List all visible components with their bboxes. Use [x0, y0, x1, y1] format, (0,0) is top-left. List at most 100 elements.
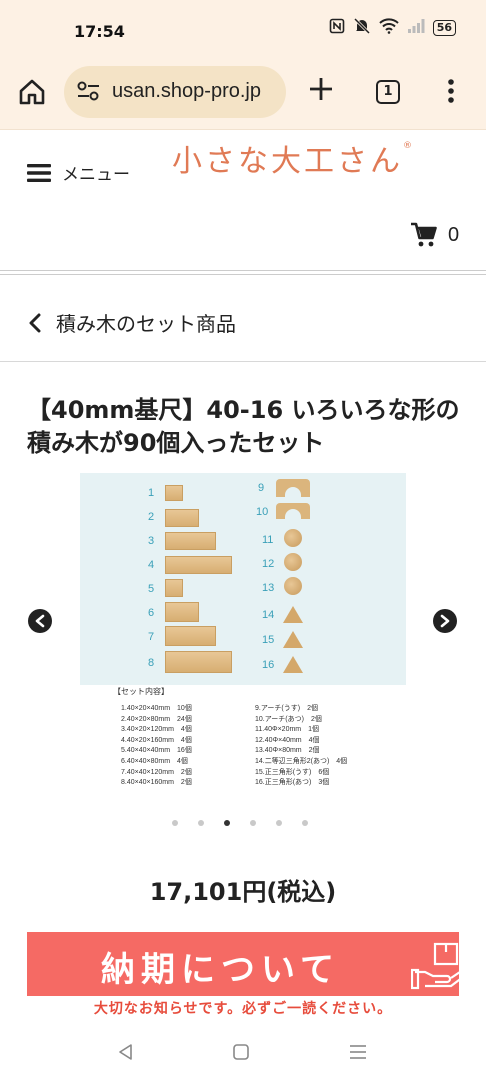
hamburger-icon	[27, 163, 51, 182]
breadcrumb-label[interactable]: 積み木のセット商品	[56, 308, 236, 337]
set-item: 4.40×20×160mm 4個	[121, 736, 192, 744]
wood-block	[165, 509, 199, 527]
recent-apps-button[interactable]	[348, 1042, 368, 1066]
set-item: 8.40×40×160mm 2個	[121, 779, 192, 787]
item-number: 6	[148, 607, 155, 619]
item-number: 2	[148, 511, 155, 523]
tab-switcher-button[interactable]: 1	[376, 80, 400, 104]
carousel-dot[interactable]	[276, 820, 282, 826]
set-item: 7.40×40×120mm 2個	[121, 768, 192, 776]
item-number: 14	[262, 609, 275, 621]
more-menu-button[interactable]	[444, 76, 458, 110]
set-list-left: 1.40×20×40mm 10個 2.40×20×80mm 24個 3.40×2…	[121, 704, 192, 789]
set-contents-title: 【セット内容】	[113, 687, 169, 696]
item-number: 4	[148, 559, 155, 571]
url-text[interactable]: usan.shop-pro.jp	[112, 80, 280, 103]
header-divider	[0, 270, 486, 275]
back-triangle-icon	[119, 1044, 132, 1060]
status-time: 17:54	[74, 22, 125, 41]
menu-button[interactable]: メニュー	[26, 160, 130, 185]
cylinder-block	[284, 529, 302, 547]
breadcrumb-divider	[0, 361, 486, 362]
status-bar: 17:54 56	[0, 0, 486, 62]
item-number: 16	[262, 659, 275, 671]
address-bar[interactable]: usan.shop-pro.jp	[64, 66, 286, 118]
carousel-dot[interactable]	[172, 820, 178, 826]
wood-block	[165, 626, 216, 646]
item-number: 8	[148, 657, 155, 669]
wood-block	[165, 579, 183, 597]
breadcrumb[interactable]: 積み木のセット商品	[28, 308, 236, 337]
item-number: 12	[262, 558, 275, 570]
product-title: 【40mm基尺】40-16 いろいろな形の積み木が90個入ったセット	[27, 396, 460, 457]
notice-text[interactable]: 大切なお知らせです。必ずご一読ください。	[0, 998, 486, 1018]
banner-text[interactable]: 納期について	[101, 942, 340, 991]
menu-label[interactable]: メニュー	[62, 160, 130, 185]
registered-mark: ®	[403, 141, 415, 151]
wood-block	[165, 532, 216, 550]
set-list-right: 9.アーチ(うす) 2個 10.アーチ(あつ) 2個 11.40Φ×20mm 1…	[255, 704, 347, 789]
arch-block	[276, 479, 310, 497]
site-logo[interactable]: 小さな大工さん®	[172, 136, 415, 180]
chevron-left-icon	[35, 614, 45, 628]
square-home-icon	[233, 1044, 249, 1060]
battery-icon: 56	[432, 20, 456, 36]
home-nav-button[interactable]	[232, 1043, 250, 1065]
wifi-icon	[378, 18, 399, 38]
triangle-block	[283, 606, 303, 623]
item-number: 13	[262, 582, 275, 594]
mute-icon	[353, 17, 371, 38]
chevron-right-icon	[440, 614, 450, 628]
item-number: 9	[258, 482, 265, 494]
cart-icon	[411, 222, 437, 247]
item-number: 3	[148, 535, 155, 547]
wood-block	[165, 485, 183, 501]
more-vert-icon	[448, 79, 454, 103]
item-number: 1	[148, 487, 155, 499]
carousel-next-button[interactable]	[433, 609, 457, 633]
browser-toolbar: usan.shop-pro.jp 1	[0, 62, 486, 130]
carousel-dot[interactable]	[302, 820, 308, 826]
arch-block	[276, 503, 310, 519]
home-button[interactable]	[16, 76, 50, 110]
package-hand-icon	[410, 942, 471, 994]
carousel-dot[interactable]	[198, 820, 204, 826]
set-contents: 【セット内容】 1.40×20×40mm 10個 2.40×20×80mm 24…	[113, 686, 403, 786]
cart-button[interactable]: 0	[410, 222, 459, 248]
set-item: 15.正三角形(うす) 6個	[255, 768, 330, 776]
chevron-left-icon	[29, 313, 41, 332]
set-item: 6.40×40×80mm 4個	[121, 757, 188, 765]
carousel-dot[interactable]	[250, 820, 256, 826]
carousel-dot-active[interactable]	[224, 820, 230, 826]
nfc-icon	[329, 18, 345, 38]
logo-text[interactable]: 小さな大工さん	[172, 144, 403, 179]
set-item: 11.40Φ×20mm 1個	[255, 726, 320, 734]
triangle-block	[283, 631, 303, 648]
item-number: 15	[262, 634, 275, 646]
cart-count[interactable]: 0	[448, 224, 459, 247]
site-settings-icon[interactable]	[76, 80, 102, 106]
item-number: 7	[148, 631, 155, 643]
item-number: 10	[256, 506, 269, 518]
wood-block	[165, 651, 232, 673]
home-icon	[19, 79, 45, 105]
system-nav-bar	[0, 1030, 486, 1080]
item-number: 11	[262, 534, 274, 546]
set-item: 10.アーチ(あつ) 2個	[255, 715, 322, 723]
back-button[interactable]	[116, 1042, 134, 1066]
signal-icon	[407, 18, 425, 38]
set-item: 12.40Φ×40mm 4個	[255, 736, 320, 744]
recents-lines-icon	[350, 1045, 366, 1059]
triangle-block	[283, 656, 303, 673]
new-tab-button[interactable]	[306, 74, 336, 108]
cylinder-block	[284, 577, 302, 595]
set-item: 13.40Φ×80mm 2個	[255, 747, 320, 755]
set-item: 1.40×20×40mm 10個	[121, 705, 192, 712]
plus-icon	[310, 78, 332, 100]
product-image[interactable]: 1 2 3 4 5 6 7 8 9 10 11 12 13 14 15 16	[80, 473, 406, 685]
carousel-prev-button[interactable]	[28, 609, 52, 633]
set-item: 14.二等辺三角形2(あつ) 4個	[255, 757, 348, 765]
carousel-dots	[172, 820, 308, 826]
delivery-info-banner[interactable]: 納期について	[27, 932, 469, 996]
set-item: 16.正三角形(あつ) 3個	[255, 779, 330, 787]
